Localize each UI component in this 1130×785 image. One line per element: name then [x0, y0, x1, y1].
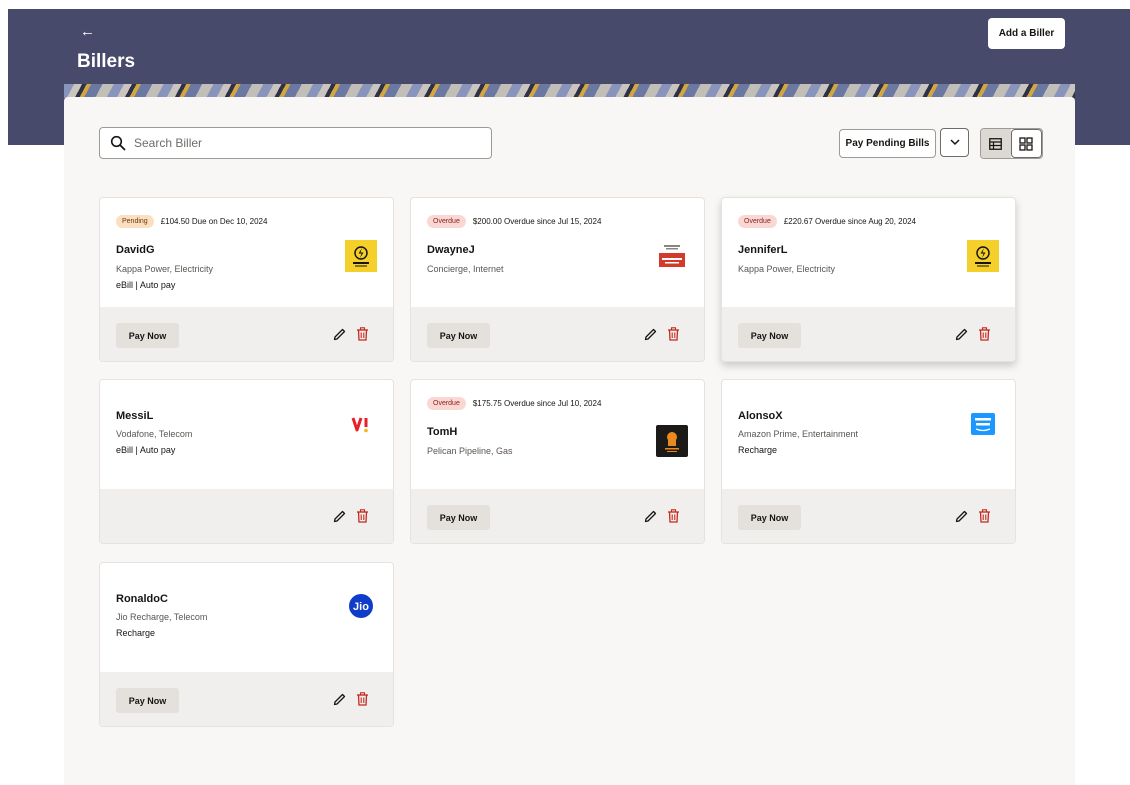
biller-card: RonaldoC Jio Recharge, Telecom Recharge … — [99, 562, 394, 727]
concierge-logo — [656, 240, 688, 272]
status-badge: Overdue — [738, 215, 777, 228]
card-body: Pending £104.50 Due on Dec 10, 2024 Davi… — [100, 198, 393, 307]
table-view-icon — [989, 137, 1003, 150]
jio-logo: Jio — [345, 590, 377, 622]
biller-name: TomH — [427, 426, 458, 438]
pencil-icon[interactable] — [644, 328, 657, 341]
card-view-button[interactable] — [1010, 129, 1042, 158]
pencil-icon[interactable] — [333, 693, 346, 706]
back-button[interactable]: ← — [80, 24, 95, 39]
card-body: RonaldoC Jio Recharge, Telecom Recharge … — [100, 563, 393, 672]
pay-now-button[interactable]: Pay Now — [116, 323, 179, 348]
biller-card: Overdue $175.75 Overdue since Jul 10, 20… — [410, 379, 705, 544]
header-pattern — [64, 84, 1075, 98]
status-row: Overdue $200.00 Overdue since Jul 15, 20… — [427, 215, 601, 228]
biller-card: AlonsoX Amazon Prime, Entertainment Rech… — [721, 379, 1016, 544]
page-title: Billers — [77, 51, 136, 72]
pelican-pipeline-logo — [656, 425, 688, 457]
pay-now-button[interactable]: Pay Now — [427, 323, 490, 348]
prime-video-logo — [967, 408, 999, 440]
biller-category: Kappa Power, Electricity — [738, 264, 836, 274]
pencil-icon[interactable] — [644, 510, 657, 523]
pay-pending-bills-button[interactable]: Pay Pending Bills — [839, 129, 936, 158]
pencil-icon[interactable] — [333, 510, 346, 523]
table-view-button[interactable] — [981, 129, 1011, 158]
pay-now-button[interactable]: Pay Now — [427, 505, 490, 530]
card-actions: Pay Now — [100, 672, 393, 726]
search-icon — [110, 135, 126, 151]
biller-category: Amazon Prime, Entertainment — [738, 429, 859, 439]
due-info: $200.00 Overdue since Jul 15, 2024 — [472, 217, 602, 226]
chevron-down-icon — [949, 139, 960, 146]
biller-card: Pending £104.50 Due on Dec 10, 2024 Davi… — [99, 197, 394, 362]
biller-name: JenniferL — [738, 244, 788, 256]
due-info: £220.67 Overdue since Aug 20, 2024 — [783, 217, 916, 226]
pencil-icon[interactable] — [955, 510, 968, 523]
biller-name: DavidG — [116, 244, 155, 256]
biller-category: Jio Recharge, Telecom — [116, 612, 208, 622]
biller-card: Overdue $200.00 Overdue since Jul 15, 20… — [410, 197, 705, 362]
status-badge: Pending — [116, 215, 154, 228]
view-toggle — [980, 128, 1043, 159]
vi-logo — [345, 408, 377, 440]
pay-now-button[interactable]: Pay Now — [738, 323, 801, 348]
trash-icon[interactable] — [978, 509, 991, 523]
grid-view-icon — [1019, 136, 1033, 151]
card-body: Overdue $175.75 Overdue since Jul 10, 20… — [411, 380, 704, 489]
due-info: $175.75 Overdue since Jul 10, 2024 — [472, 399, 602, 408]
trash-icon[interactable] — [667, 509, 680, 523]
biller-category: Concierge, Internet — [427, 264, 504, 274]
trash-icon[interactable] — [356, 509, 369, 523]
trash-icon[interactable] — [356, 692, 369, 706]
card-actions — [100, 489, 393, 543]
card-body: MessiL Vodafone, Telecom eBill | Auto pa… — [100, 380, 393, 489]
card-body: Overdue £220.67 Overdue since Aug 20, 20… — [722, 198, 1015, 307]
biller-name: MessiL — [116, 410, 154, 422]
trash-icon[interactable] — [667, 327, 680, 341]
svg-text:Jio: Jio — [353, 601, 369, 613]
trash-icon[interactable] — [978, 327, 991, 341]
card-actions: Pay Now — [722, 307, 1015, 361]
biller-category: Vodafone, Telecom — [116, 429, 193, 439]
kappa-power-logo — [345, 240, 377, 272]
biller-payment-type: Recharge — [116, 628, 156, 638]
status-badge: Overdue — [427, 215, 466, 228]
kappa-power-logo — [967, 240, 999, 272]
status-row: Pending £104.50 Due on Dec 10, 2024 — [116, 215, 267, 228]
status-row: Overdue £220.67 Overdue since Aug 20, 20… — [738, 215, 916, 228]
pencil-icon[interactable] — [333, 328, 346, 341]
card-actions: Pay Now — [411, 307, 704, 361]
status-badge: Overdue — [427, 397, 466, 410]
biller-name: RonaldoC — [116, 593, 168, 605]
pencil-icon[interactable] — [955, 328, 968, 341]
search-input[interactable] — [134, 136, 474, 150]
status-row: Overdue $175.75 Overdue since Jul 10, 20… — [427, 397, 601, 410]
biller-payment-type: eBill | Auto pay — [116, 280, 176, 290]
pay-options-dropdown[interactable] — [940, 128, 969, 157]
biller-name: DwayneJ — [427, 244, 475, 256]
biller-category: Kappa Power, Electricity — [116, 264, 214, 274]
card-actions: Pay Now — [722, 489, 1015, 543]
trash-icon[interactable] — [356, 327, 369, 341]
card-body: AlonsoX Amazon Prime, Entertainment Rech… — [722, 380, 1015, 489]
pay-now-button[interactable]: Pay Now — [116, 688, 179, 713]
card-body: Overdue $200.00 Overdue since Jul 15, 20… — [411, 198, 704, 307]
pay-now-button[interactable]: Pay Now — [738, 505, 801, 530]
biller-card: Overdue £220.67 Overdue since Aug 20, 20… — [721, 197, 1016, 362]
biller-payment-type: Recharge — [738, 445, 778, 455]
biller-payment-type: eBill | Auto pay — [116, 445, 176, 455]
search-box — [99, 127, 492, 159]
biller-name: AlonsoX — [738, 410, 783, 422]
add-biller-button[interactable]: Add a Biller — [988, 18, 1065, 49]
biller-category: Pelican Pipeline, Gas — [427, 446, 513, 456]
biller-card: MessiL Vodafone, Telecom eBill | Auto pa… — [99, 379, 394, 544]
card-actions: Pay Now — [100, 307, 393, 361]
due-info: £104.50 Due on Dec 10, 2024 — [160, 217, 268, 226]
card-actions: Pay Now — [411, 489, 704, 543]
